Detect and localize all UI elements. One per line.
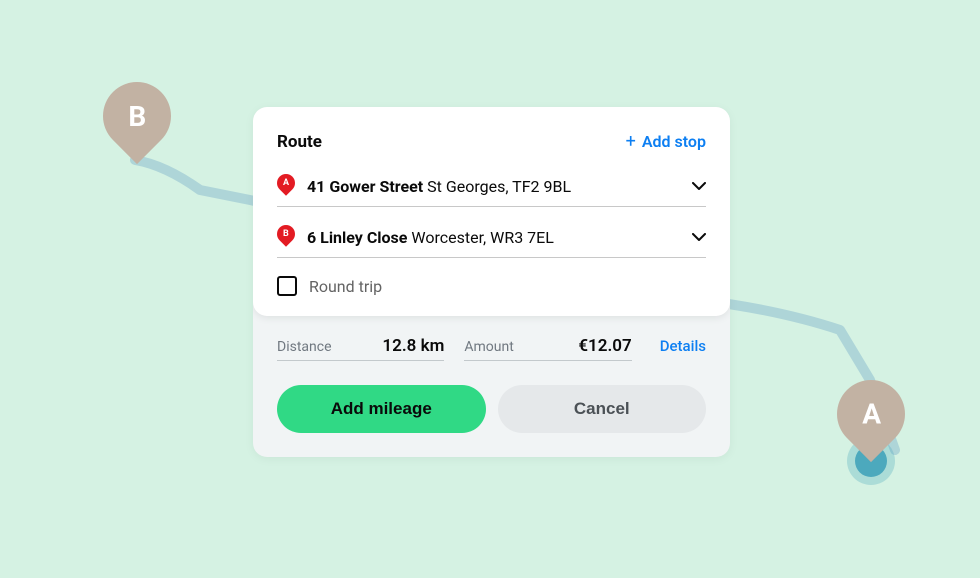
button-row: Add mileage Cancel — [277, 385, 706, 433]
route-card: Route + Add stop A 41 Gower Street St Ge… — [253, 107, 730, 316]
map-pin-b-label: B — [128, 100, 146, 133]
map-pin-b: B — [103, 82, 171, 162]
summary-section: Distance 12.8 km Amount €12.07 Details A… — [253, 316, 730, 457]
route-header: Route + Add stop — [277, 131, 706, 152]
add-mileage-button[interactable]: Add mileage — [277, 385, 486, 433]
stop-row-b[interactable]: B 6 Linley Close Worcester, WR3 7EL — [277, 225, 706, 258]
distance-label: Distance — [277, 339, 332, 355]
amount-label: Amount — [464, 339, 513, 355]
summary-row: Distance 12.8 km Amount €12.07 Details — [277, 336, 706, 361]
stop-pin-b-icon: B — [277, 225, 295, 249]
add-stop-label: Add stop — [642, 132, 706, 151]
details-link[interactable]: Details — [660, 337, 706, 355]
chevron-down-icon[interactable] — [692, 182, 706, 190]
mileage-modal: Route + Add stop A 41 Gower Street St Ge… — [253, 107, 730, 457]
stop-b-address: 6 Linley Close Worcester, WR3 7EL — [307, 228, 680, 247]
round-trip-checkbox[interactable] — [277, 276, 297, 296]
cancel-button[interactable]: Cancel — [498, 385, 707, 433]
distance-value: 12.8 km — [382, 336, 444, 356]
plus-icon: + — [626, 131, 636, 152]
round-trip-row: Round trip — [277, 276, 706, 296]
distance-item: Distance 12.8 km — [277, 336, 444, 361]
stop-row-a[interactable]: A 41 Gower Street St Georges, TF2 9BL — [277, 174, 706, 207]
add-stop-button[interactable]: + Add stop — [626, 131, 706, 152]
route-title: Route — [277, 132, 322, 152]
chevron-down-icon[interactable] — [692, 233, 706, 241]
stop-pin-a-icon: A — [277, 174, 295, 198]
map-pin-a-label: A — [862, 398, 881, 431]
map-pin-a: A — [837, 380, 905, 460]
amount-value: €12.07 — [578, 336, 631, 356]
stop-a-address: 41 Gower Street St Georges, TF2 9BL — [307, 177, 680, 196]
amount-item: Amount €12.07 — [464, 336, 631, 361]
round-trip-label: Round trip — [309, 277, 382, 296]
